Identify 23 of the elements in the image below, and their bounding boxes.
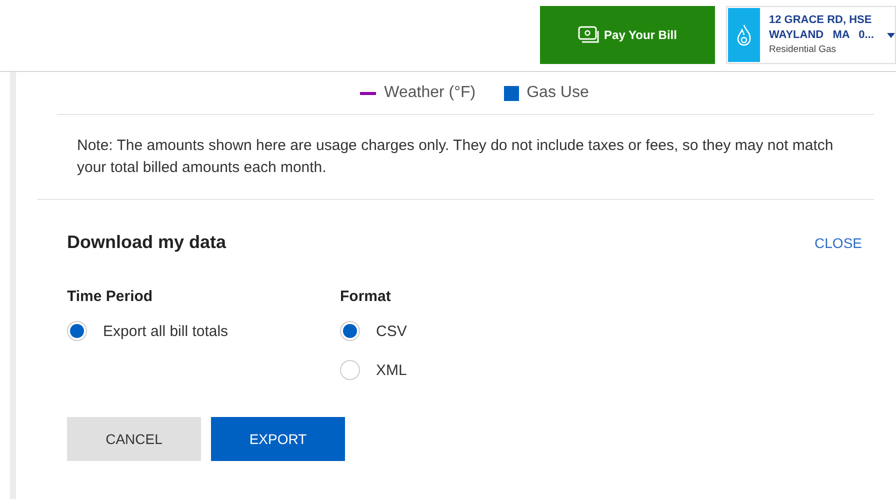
radio-option[interactable]: CSV	[340, 319, 407, 343]
note-text: Note: The amounts shown here are usage charges only. They do not include taxes or fees, so they may not match your total billed amounts each month.	[37, 115, 874, 200]
radio-button[interactable]	[67, 321, 87, 341]
caret-icon	[887, 33, 895, 38]
radio-button[interactable]	[340, 321, 360, 341]
legend-label: Gas Use	[526, 84, 589, 102]
cancel-button[interactable]: CANCEL	[67, 417, 201, 461]
radio-button[interactable]	[340, 360, 360, 380]
bill-icon	[578, 26, 600, 44]
service-type: Residential Gas	[769, 43, 838, 57]
account-selector[interactable]: 12 GRACE RD, HSE WAYLAND MA 0... Residential Gas	[726, 6, 896, 64]
group-heading: Format	[340, 288, 392, 305]
export-button[interactable]: EXPORT	[211, 417, 345, 461]
close-link[interactable]: CLOSE	[814, 234, 862, 250]
account-address: 12 GRACE RD, HSE	[769, 13, 873, 28]
account-address: WAYLAND MA 0...	[769, 28, 874, 43]
legend-label: Weather (°F)	[384, 84, 476, 102]
flame-icon	[736, 24, 752, 46]
pay-bill-button[interactable]: Pay Your Bill	[540, 6, 715, 64]
section-title: Download my data	[67, 232, 226, 253]
radio-option[interactable]: XML	[340, 358, 407, 382]
group-heading: Time Period	[67, 288, 154, 305]
radio-option[interactable]: Export all bill totals	[67, 319, 228, 343]
